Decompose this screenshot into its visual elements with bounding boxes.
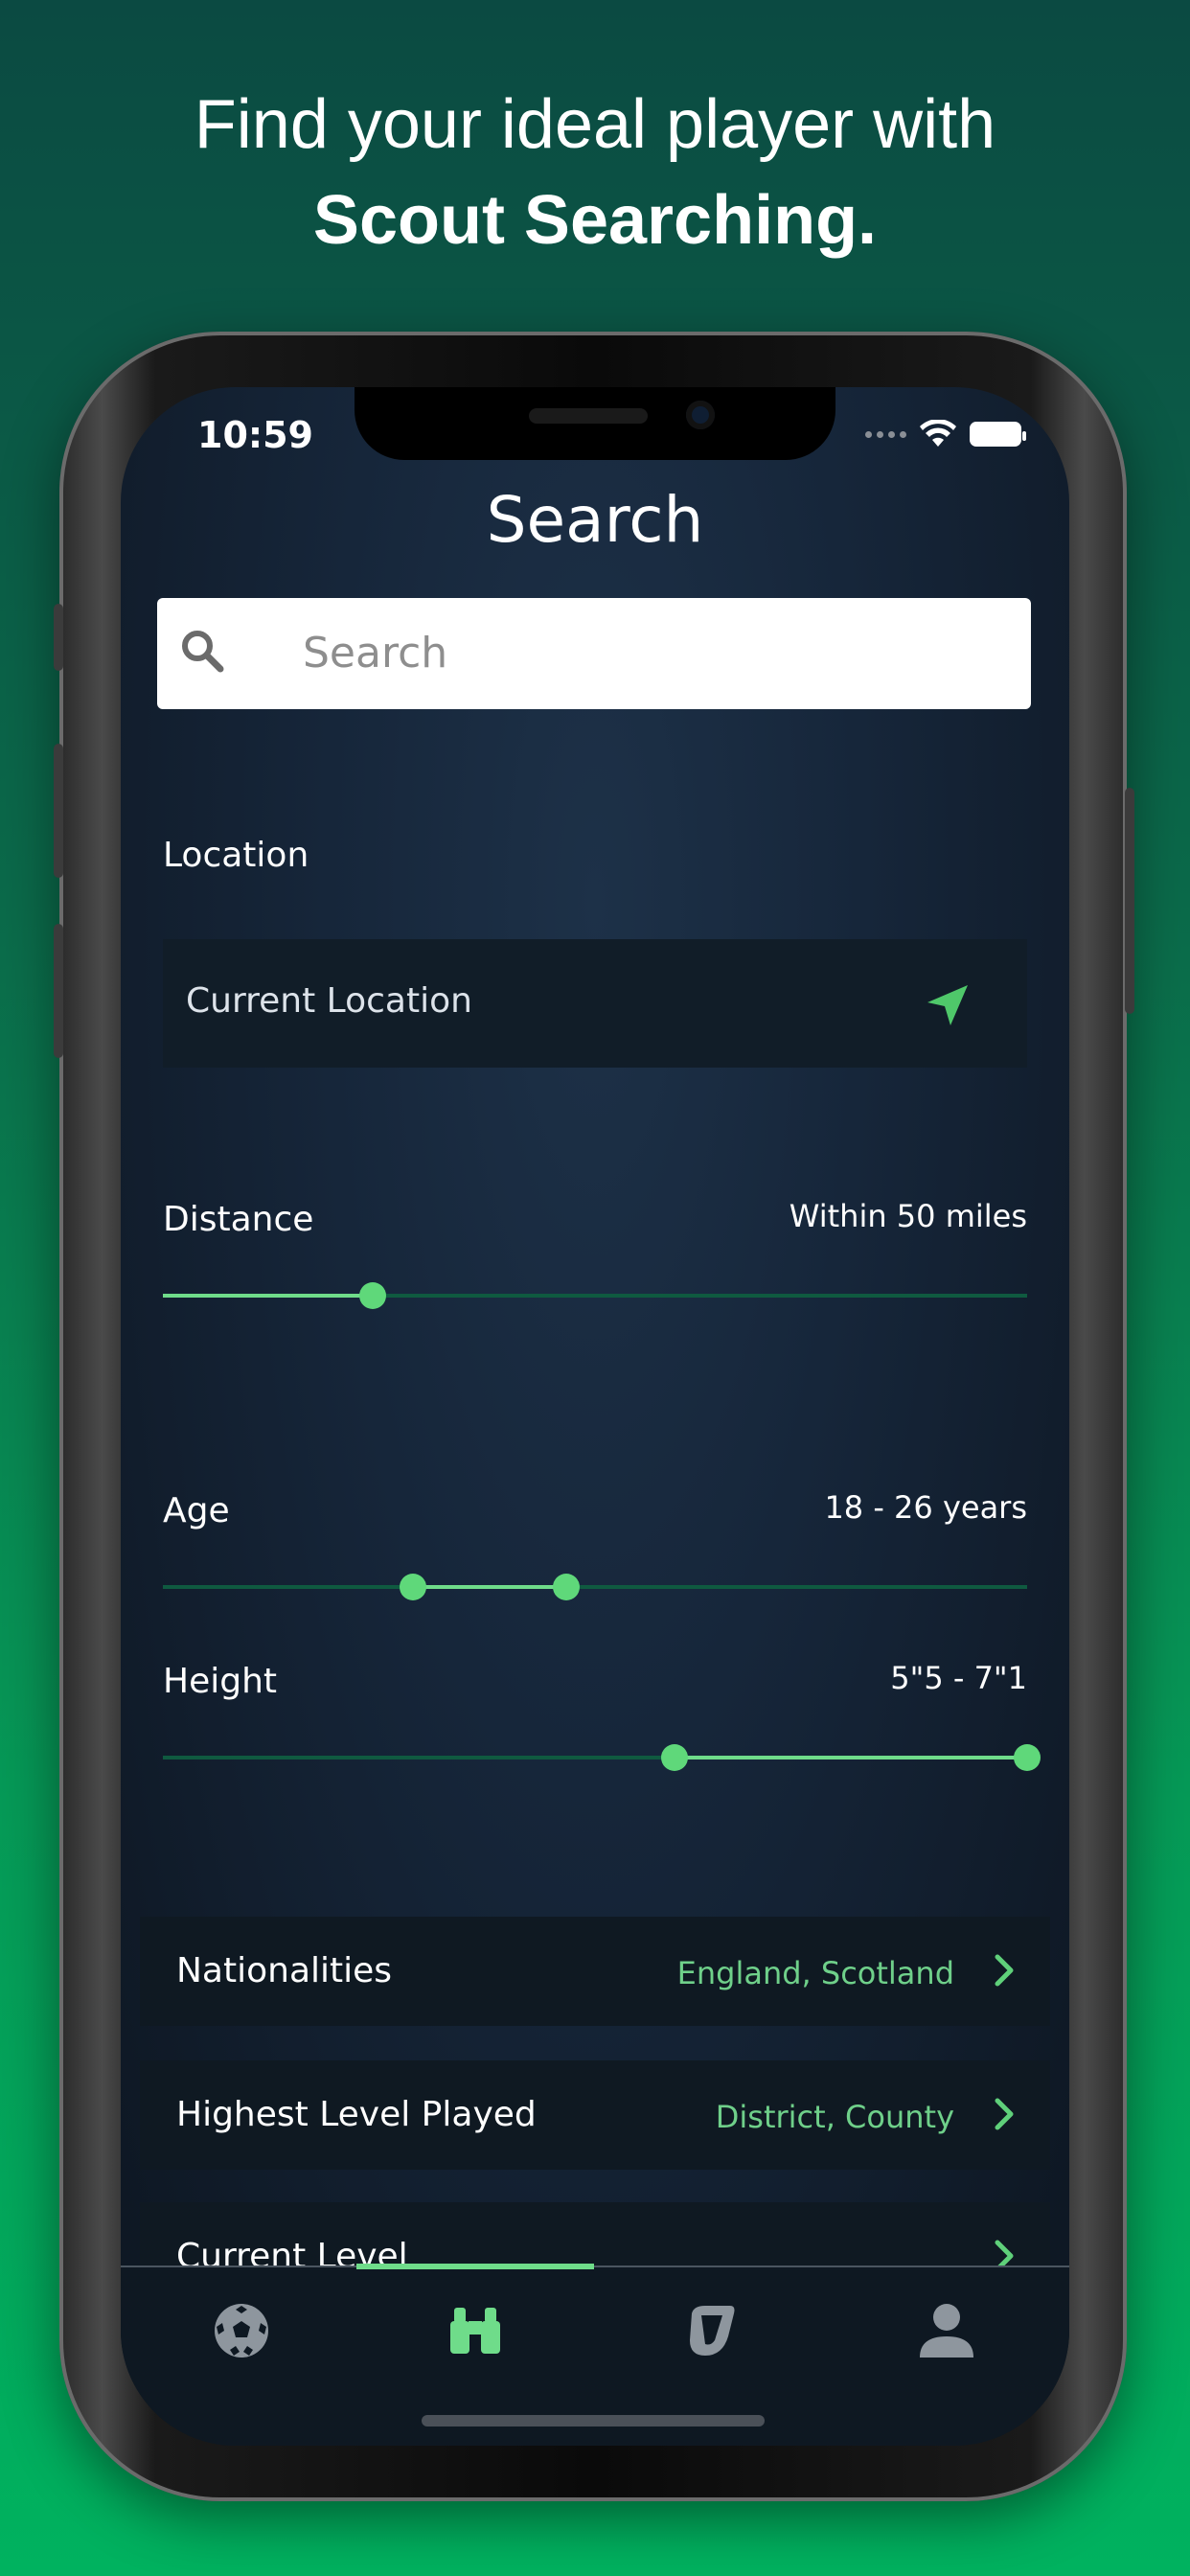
phone-screen: 10:59 Search Location Current Location D… xyxy=(121,387,1069,2446)
binoculars-icon[interactable] xyxy=(437,2292,514,2369)
page-title: Search xyxy=(486,483,704,557)
age-value: 18 - 26 years xyxy=(824,1489,1027,1526)
football-icon[interactable] xyxy=(203,2292,280,2369)
age-label: Age xyxy=(163,1491,230,1530)
silent-switch xyxy=(54,604,63,671)
volume-up-button xyxy=(54,744,63,878)
distance-label: Distance xyxy=(163,1200,314,1239)
height-label: Height xyxy=(163,1662,278,1701)
marketing-headline: Find your ideal player with Scout Search… xyxy=(0,77,1190,268)
age-slider-max-thumb[interactable] xyxy=(553,1574,581,1600)
whistle-icon[interactable] xyxy=(673,2292,749,2369)
age-slider-min-thumb[interactable] xyxy=(399,1574,426,1600)
front-camera xyxy=(686,401,715,429)
filter-value: England, Scotland xyxy=(676,1955,954,1991)
current-location-field[interactable]: Current Location xyxy=(163,939,1027,1068)
chevron-right-icon xyxy=(995,2098,1014,2130)
height-slider-track[interactable] xyxy=(163,1744,1041,1771)
distance-slider-thumb[interactable] xyxy=(359,1282,387,1309)
current-location-text: Current Location xyxy=(186,981,472,1021)
search-bar[interactable] xyxy=(157,598,1031,709)
filter-label: Highest Level Played xyxy=(176,2095,537,2134)
search-input[interactable] xyxy=(301,623,975,682)
height-slider-fill xyxy=(674,1756,1027,1760)
chevron-right-icon xyxy=(995,1954,1014,1987)
location-arrow-icon[interactable] xyxy=(924,981,972,1029)
distance-slider-track[interactable] xyxy=(163,1282,1027,1309)
status-time: 10:59 xyxy=(197,414,313,456)
distance-slider-fill xyxy=(163,1294,374,1298)
filter-label: Nationalities xyxy=(176,1951,393,1990)
volume-down-button xyxy=(54,924,63,1058)
speaker-grille xyxy=(529,408,648,424)
age-slider-fill xyxy=(412,1585,567,1589)
active-tab-indicator xyxy=(356,2264,594,2269)
status-icons xyxy=(865,420,1026,448)
home-indicator xyxy=(422,2415,765,2426)
height-value: 5"5 - 7"1 xyxy=(890,1660,1027,1696)
location-label: Location xyxy=(163,836,309,875)
height-slider-max-thumb[interactable] xyxy=(1014,1744,1041,1771)
distance-value: Within 50 miles xyxy=(789,1198,1027,1234)
search-icon xyxy=(182,631,224,673)
cellular-signal-icon xyxy=(865,430,906,438)
headline-line1: Find your ideal player with xyxy=(194,86,996,163)
battery-icon xyxy=(970,422,1026,447)
profile-icon[interactable] xyxy=(908,2292,985,2369)
height-slider-min-thumb[interactable] xyxy=(660,1744,688,1771)
filter-row-nationalities[interactable]: Nationalities England, Scotland xyxy=(140,1917,1050,2026)
filter-row-highest-level[interactable]: Highest Level Played District, County xyxy=(140,2060,1050,2170)
headline-line2: Scout Searching. xyxy=(312,182,878,259)
wifi-icon xyxy=(920,420,956,447)
age-slider-track[interactable] xyxy=(163,1574,1027,1600)
power-button xyxy=(1125,788,1134,1014)
filter-value: District, County xyxy=(715,2099,954,2135)
notch xyxy=(355,387,835,460)
